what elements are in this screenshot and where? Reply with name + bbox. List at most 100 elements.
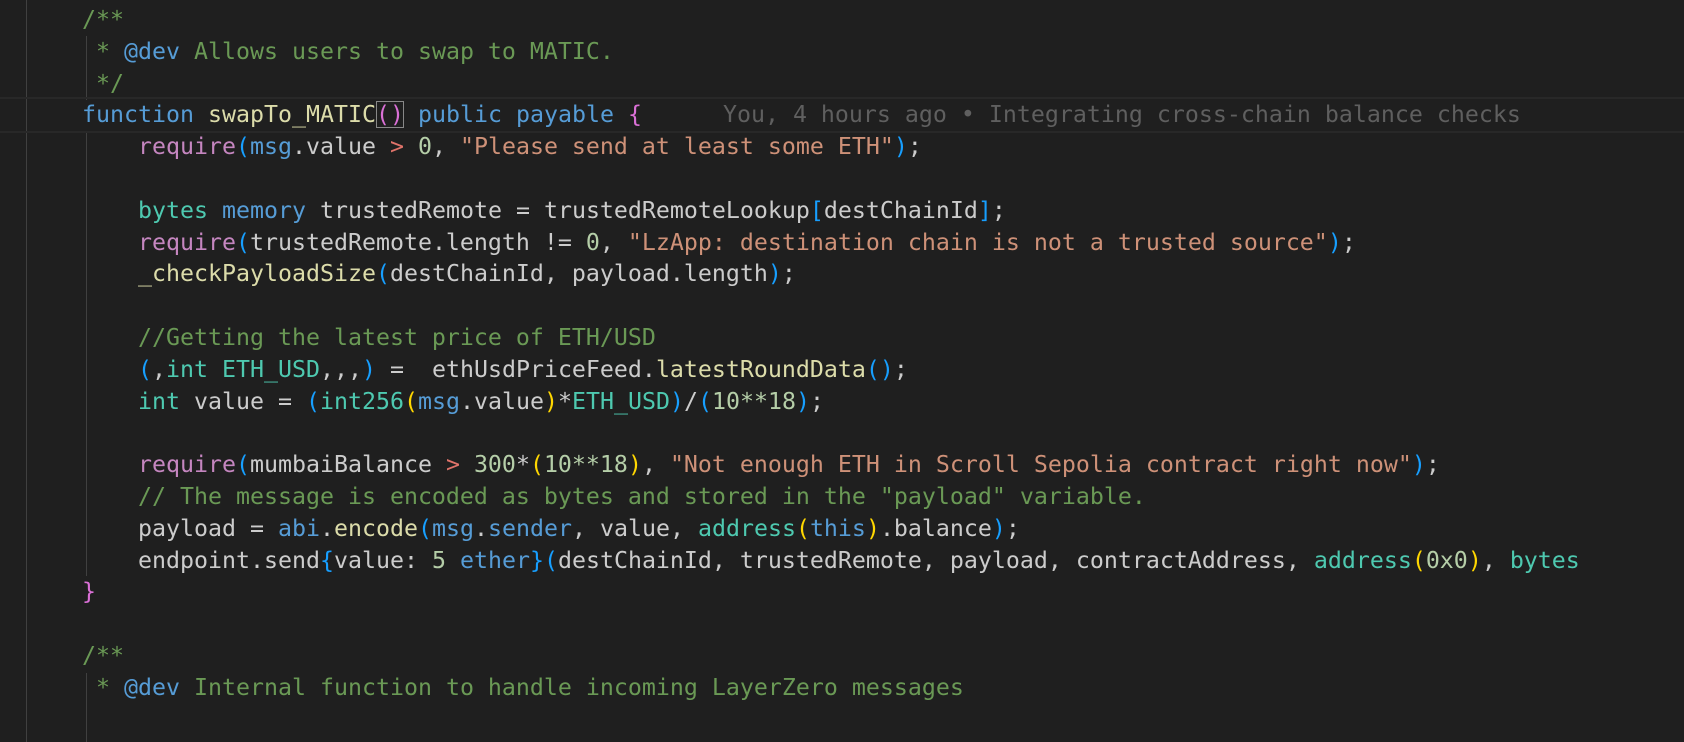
git-blame-annotation[interactable]: You, 4 hours ago • Integrating cross-cha… [723,101,1521,128]
code-line[interactable]: function swapTo_MATIC() public payable {… [0,97,1684,134]
code-token: memory [221,196,306,224]
code-token: public [417,101,502,129]
code-line[interactable]: int value = (int256(msg.value)*ETH_USD)/… [26,386,1684,418]
code-token: //Getting the latest price of ETH/USD [137,323,656,351]
code-token: destChainId, payload.length [389,260,768,288]
code-token: .value [291,133,390,161]
code-token: /** [82,6,124,33]
code-line[interactable]: } [26,576,1684,608]
code-token: require [137,451,236,479]
code-token: sender [487,514,572,542]
code-token: , [599,228,628,256]
code-token: this [809,514,866,542]
code-token: address [697,514,796,542]
code-token: 0 [585,228,600,256]
code-token: . [473,514,488,542]
code-line[interactable]: bytes memory trustedRemote = trustedRemo… [26,195,1684,227]
code-line[interactable]: endpoint.send{value: 5 ether}(destChainI… [26,545,1684,577]
code-line[interactable]: _checkPayloadSize(destChainId, payload.l… [26,258,1684,290]
code-token: () [865,355,894,383]
code-line[interactable] [26,417,1684,449]
code-token: , [641,451,670,479]
code-token: ( [795,514,810,542]
code-line[interactable] [26,608,1684,640]
code-line[interactable]: * @dev Internal function to handle incom… [26,672,1684,704]
code-token: ) [1411,451,1426,479]
code-editor[interactable]: /** * @dev Allows users to swap to MATIC… [0,0,1684,742]
code-token: ( [305,387,320,415]
code-line[interactable]: require(msg.value > 0, "Please send at l… [26,131,1684,163]
code-token: require [137,228,236,256]
code-token: latestRoundData [655,355,866,383]
code-token: * [26,37,124,65]
code-token: bytes [137,196,208,224]
code-line[interactable]: require(mumbaiBalance > 300*(10**18), "N… [26,449,1684,481]
code-token: ; [1005,514,1020,542]
code-line[interactable]: require(trustedRemote.length != 0, "LzAp… [26,227,1684,259]
code-token: ( [235,228,250,256]
code-token: , [1481,546,1510,574]
code-token: int256 [319,387,404,415]
code-lines[interactable]: /** * @dev Allows users to swap to MATIC… [0,4,1684,704]
code-token: > [445,451,460,479]
code-token: { [627,101,642,129]
code-token: int [137,387,180,415]
code-token: address [1313,546,1412,574]
code-line[interactable] [26,290,1684,322]
code-token: = ethUsdPriceFeed. [375,355,656,383]
code-token: trustedRemote.length != [249,228,586,256]
code-token: } [529,546,544,574]
code-token: { [319,546,334,574]
code-line[interactable]: //Getting the latest price of ETH/USD [26,322,1684,354]
code-token: ; [809,387,824,415]
code-token: , [431,133,460,161]
code-line[interactable] [26,163,1684,195]
code-line[interactable]: payload = abi.encode(msg.sender, value, … [26,513,1684,545]
code-token: ETH_USD [221,355,320,383]
code-line[interactable]: /** [26,640,1684,672]
code-token: msg [249,133,292,161]
code-line[interactable]: // The message is encoded as bytes and s… [26,481,1684,513]
code-token: ) [669,387,684,415]
code-token: ether [459,546,530,574]
code-line[interactable]: (,int ETH_USD,,,) = ethUsdPriceFeed.late… [26,354,1684,386]
code-token: // The message is encoded as bytes and s… [137,482,1146,510]
code-token: ( [235,133,250,161]
code-token: ; [907,133,922,161]
code-line[interactable]: /** [26,4,1684,36]
code-token: ; [781,260,796,288]
code-line[interactable]: */ [26,68,1684,100]
code-token: Allows users to swap to MATIC. [179,37,614,65]
code-token: int [165,355,208,383]
code-token: ) [795,387,810,415]
code-token: _checkPayloadSize [137,260,376,288]
code-token: 0 [417,133,432,161]
code-token: ) [1467,546,1482,574]
code-line[interactable]: * @dev Allows users to swap to MATIC. [26,36,1684,68]
code-token: destChainId, trustedRemote, payload, con… [557,546,1314,574]
code-token: , [151,355,166,383]
code-token: > [389,133,404,161]
code-token: ( [529,451,544,479]
code-token: ) [627,451,642,479]
code-token: @dev [123,673,180,701]
code-token: } [82,578,96,606]
code-token: * [26,673,124,701]
code-token: 5 [431,546,446,574]
code-token: ( [375,260,390,288]
code-token: abi [277,514,320,542]
